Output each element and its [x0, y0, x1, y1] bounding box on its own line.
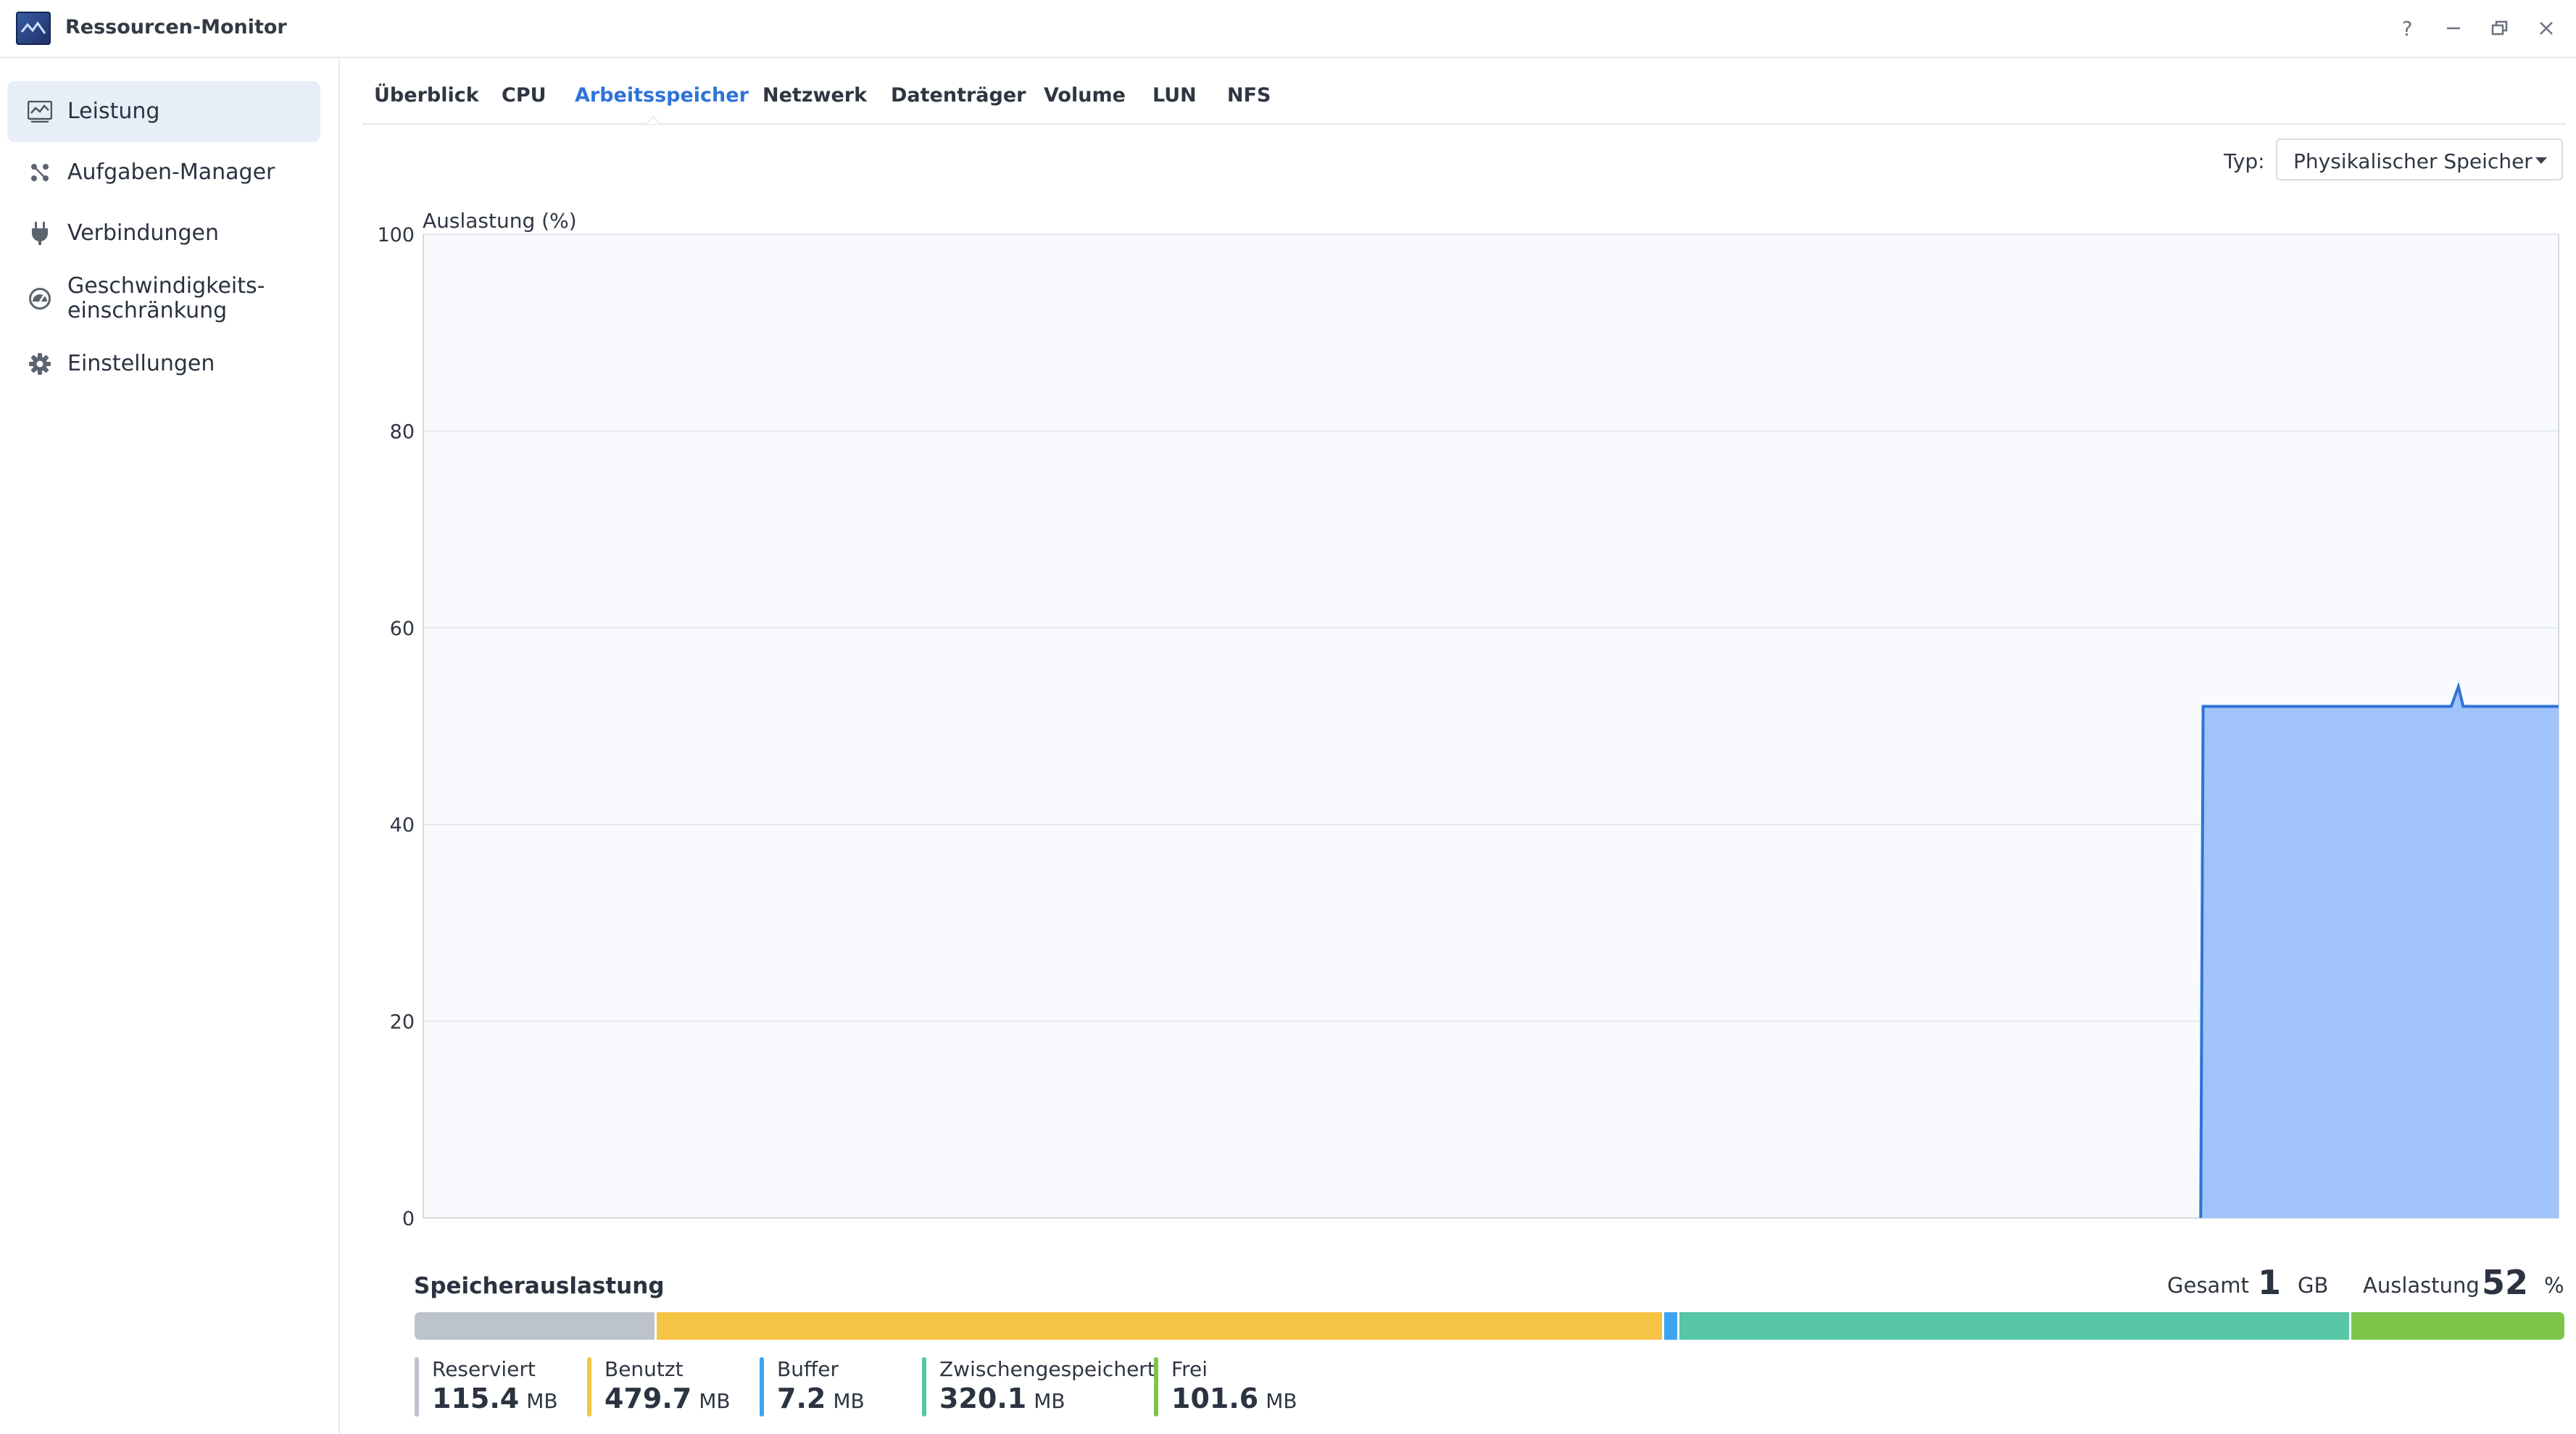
- legend-value: 115.4: [432, 1383, 520, 1414]
- memory-bar-segment: [415, 1312, 657, 1340]
- legend-value: 101.6: [1171, 1383, 1259, 1414]
- legend-unit: MB: [699, 1389, 731, 1413]
- memory-utilization-chart: 100 80 60 40 20 0: [377, 224, 2559, 1230]
- legend-value: 7.2: [777, 1383, 826, 1414]
- legend-unit: MB: [1034, 1389, 1065, 1413]
- legend-name: Buffer: [777, 1357, 839, 1381]
- utilization-value: 52: [2482, 1263, 2529, 1302]
- legend-cached: Zwischengespeichert 320.1 MB: [922, 1357, 1155, 1417]
- legend-value: 479.7: [604, 1383, 692, 1414]
- legend-name: Benutzt: [604, 1357, 684, 1381]
- legend-value: 320.1: [939, 1383, 1027, 1414]
- legend-swatch: [1154, 1357, 1158, 1417]
- legend-unit: MB: [526, 1389, 558, 1413]
- legend-used: Benutzt 479.7 MB: [587, 1357, 731, 1417]
- legend-unit: MB: [1266, 1389, 1297, 1413]
- utilization-unit: %: [2544, 1273, 2564, 1298]
- legend-swatch: [415, 1357, 419, 1417]
- memory-area-fill: [2201, 687, 2559, 1218]
- legend-swatch: [922, 1357, 926, 1417]
- legend-name: Reserviert: [432, 1357, 536, 1381]
- y-tick-label: 80: [390, 420, 415, 443]
- utilization-label: Auslastung: [2363, 1273, 2480, 1298]
- memory-bar-segment: [1663, 1312, 1679, 1340]
- total-value: 1: [2258, 1263, 2282, 1302]
- legend-reserved: Reserviert 115.4 MB: [415, 1357, 558, 1417]
- legend-swatch: [587, 1357, 591, 1417]
- legend-free: Frei 101.6 MB: [1154, 1357, 1297, 1417]
- memory-bar-segment: [1679, 1312, 2351, 1340]
- y-tick-label: 100: [377, 224, 415, 246]
- y-tick-label: 40: [390, 814, 415, 837]
- legend-swatch: [760, 1357, 764, 1417]
- memory-usage-title: Speicherauslastung: [414, 1273, 665, 1299]
- legend-buffer: Buffer 7.2 MB: [760, 1357, 865, 1417]
- memory-usage-bar: [415, 1312, 2564, 1340]
- memory-bar-segment: [2351, 1312, 2564, 1340]
- y-tick-label: 60: [390, 618, 415, 640]
- total-unit: GB: [2298, 1273, 2329, 1298]
- legend-name: Zwischengespeichert: [939, 1357, 1155, 1381]
- y-tick-label: 0: [402, 1208, 415, 1230]
- legend-name: Frei: [1171, 1357, 1208, 1381]
- legend-unit: MB: [833, 1389, 865, 1413]
- y-tick-label: 20: [390, 1011, 415, 1034]
- total-label: Gesamt: [2167, 1273, 2249, 1298]
- memory-bar-segment: [657, 1312, 1664, 1340]
